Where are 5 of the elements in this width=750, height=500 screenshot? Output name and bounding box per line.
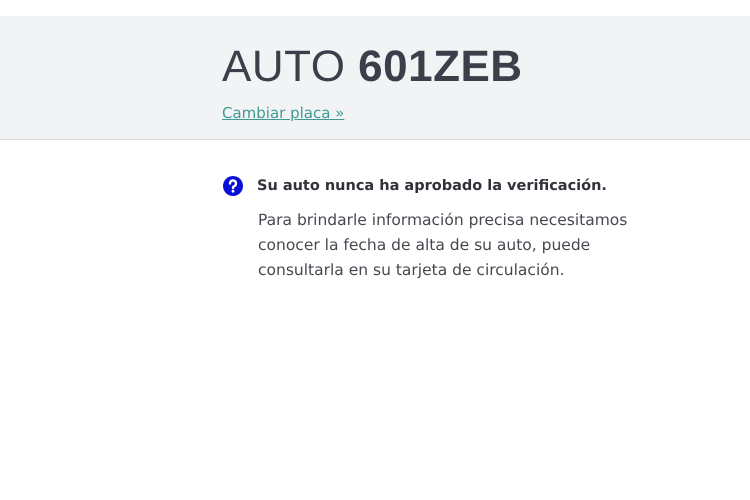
change-plate-link[interactable]: Cambiar placa » xyxy=(222,104,344,122)
page-title: AUTO 601ZEB xyxy=(222,41,524,93)
question-icon xyxy=(223,176,243,196)
notice-heading: Su auto nunca ha aprobado la verificación. xyxy=(257,178,607,194)
notice-text: Para brindarle información precisa necesitamos conocer la fecha de alta de su auto, puede consultarla en su tarjeta de circulación. xyxy=(258,210,628,281)
